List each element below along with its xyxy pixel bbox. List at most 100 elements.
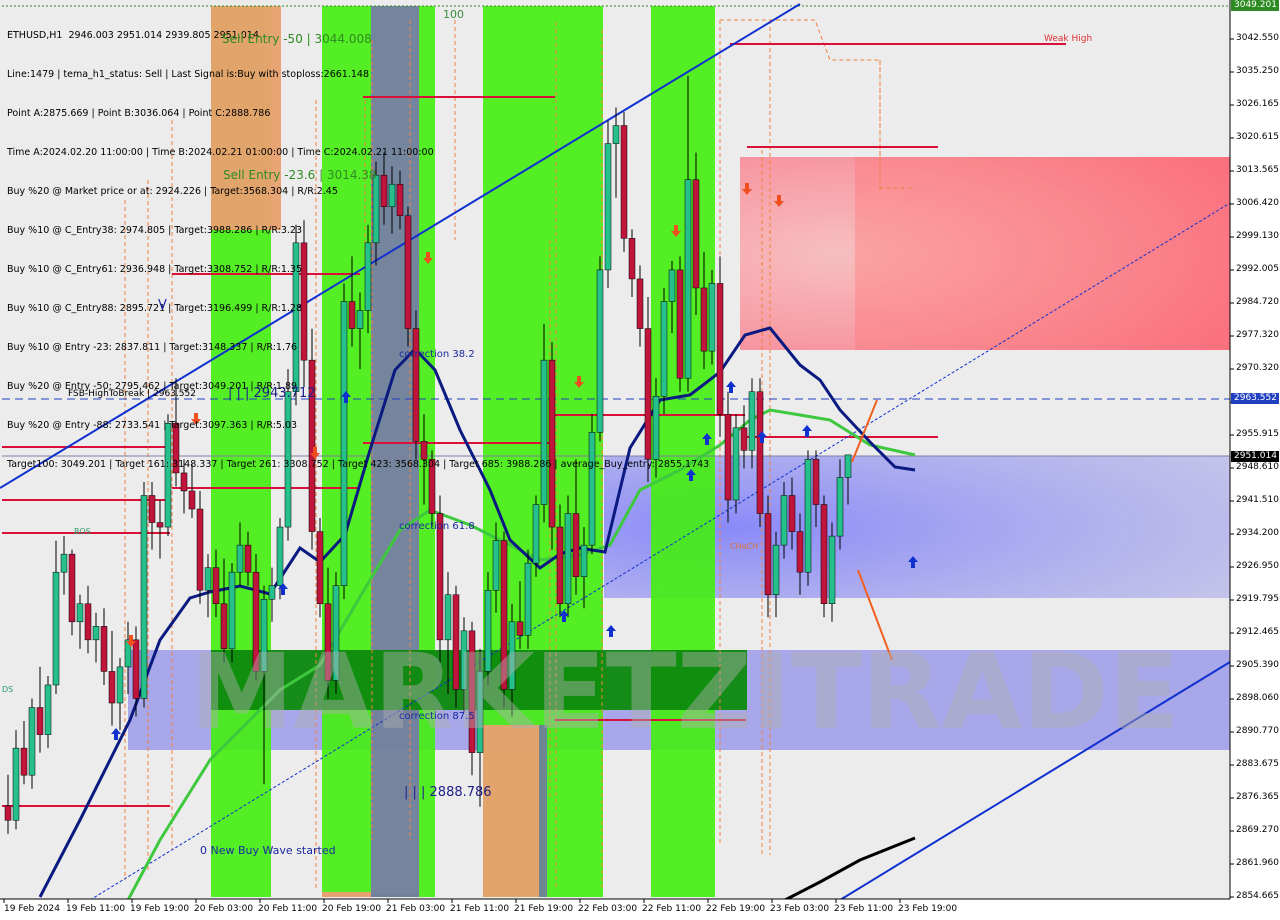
candle-body	[812, 459, 820, 505]
x-tick: 23 Feb 11:00	[834, 904, 894, 914]
info-line: Buy %10 @ C_Entry38: 2974.805 | Target:3…	[7, 225, 302, 236]
y-tick: 3013.565	[1236, 165, 1279, 175]
x-tick: 19 Feb 2024	[4, 904, 61, 914]
candle-body	[236, 544, 244, 573]
y-tick: 2934.200	[1236, 528, 1279, 538]
new-buy-wave-label: 0 New Buy Wave started	[200, 844, 336, 857]
y-tick: 2869.270	[1236, 825, 1279, 835]
hundred-label: 100	[443, 8, 464, 21]
y-tick: 2883.675	[1236, 759, 1279, 769]
x-tick: 22 Feb 11:00	[642, 904, 702, 914]
candle-body	[772, 544, 780, 595]
y-tick: 2970.320	[1236, 363, 1279, 373]
y-tick: 2926.950	[1236, 561, 1279, 571]
candle-body	[52, 571, 60, 686]
top-price-label: 3049.201	[1231, 0, 1279, 11]
correction-382-label: correction 38.2	[399, 349, 475, 360]
y-tick: 2955.915	[1236, 429, 1279, 439]
candle-body	[60, 553, 68, 573]
info-line: Buy %20 @ Entry -88: 2733.541 | Target:3…	[7, 420, 298, 431]
candle-body	[764, 513, 772, 595]
x-tick: 20 Feb 19:00	[322, 904, 382, 914]
y-tick: 3026.165	[1236, 99, 1279, 109]
candle-body	[796, 531, 804, 573]
candle-body	[724, 414, 732, 501]
candle-body	[196, 508, 204, 591]
y-tick: 2984.720	[1236, 297, 1279, 307]
sell-zone-core	[855, 157, 1230, 350]
x-tick: 22 Feb 19:00	[706, 904, 766, 914]
y-tick: 3006.420	[1236, 198, 1279, 208]
choch-label: CHoCH	[730, 542, 759, 551]
v-mark: V	[158, 298, 167, 313]
candle-body	[148, 495, 156, 523]
x-tick: 20 Feb 11:00	[258, 904, 318, 914]
level-2943-label: | | | 2943.712	[228, 386, 316, 401]
candle-body	[748, 391, 756, 451]
y-tick: 2898.060	[1236, 693, 1279, 703]
x-tick: 23 Feb 19:00	[898, 904, 958, 914]
y-tick: 2999.130	[1236, 231, 1279, 241]
candle-body	[156, 522, 164, 528]
candle-body	[100, 626, 108, 672]
candle-body	[492, 540, 500, 591]
candle-body	[204, 567, 212, 591]
x-tick: 21 Feb 11:00	[450, 904, 510, 914]
y-tick: 2977.320	[1236, 330, 1279, 340]
y-tick: 2861.960	[1236, 858, 1279, 868]
fsb-price-label: 2963.552	[1231, 393, 1279, 404]
info-line: Target100: 3049.201 | Target 161: 3148.3…	[7, 459, 710, 470]
candle-body	[44, 684, 52, 735]
y-tick: 2876.365	[1236, 792, 1279, 802]
candle-body	[84, 603, 92, 641]
candle-body	[212, 567, 220, 605]
current-price-label: 2951.014	[1231, 451, 1279, 462]
candle-body	[132, 639, 140, 699]
y-tick: 2905.390	[1236, 660, 1279, 670]
ds-label: DS	[2, 685, 14, 694]
x-tick: 21 Feb 03:00	[386, 904, 446, 914]
candle-body	[756, 391, 764, 514]
info-line: Buy %20 @ Market price or at: 2924.226 |…	[7, 186, 338, 197]
candle-body	[524, 562, 532, 636]
candle-body	[780, 495, 788, 546]
y-tick: 3020.615	[1236, 132, 1279, 142]
info-line: Line:1479 | tema_h1_status: Sell | Last …	[7, 69, 369, 80]
candle-body	[708, 283, 716, 352]
candle-body	[572, 513, 580, 577]
x-tick: 19 Feb 11:00	[66, 904, 126, 914]
candle-body	[108, 671, 116, 704]
watermark-text: MARKETZITRADE	[190, 631, 1180, 753]
candle-body	[68, 553, 76, 623]
info-panel: ETHUSD,H1 2946.003 2951.014 2939.805 295…	[7, 3, 709, 484]
x-tick: 23 Feb 03:00	[770, 904, 830, 914]
gray-block	[371, 894, 419, 897]
candle-body	[76, 603, 84, 623]
info-line: Buy %10 @ C_Entry61: 2936.948 | Target:3…	[7, 264, 302, 275]
candle-body	[836, 477, 844, 537]
correction-618-label: correction 61.8	[399, 521, 475, 532]
candle-body	[740, 427, 748, 451]
weak-high-label: Weak High	[1044, 34, 1093, 44]
candle-body	[36, 707, 44, 735]
candle-body	[564, 513, 572, 605]
x-tick: 22 Feb 03:00	[578, 904, 638, 914]
candle-body	[244, 544, 252, 573]
candle-body	[268, 585, 276, 600]
info-line: Buy %10 @ C_Entry88: 2895.721 | Target:3…	[7, 303, 302, 314]
x-tick: 20 Feb 03:00	[194, 904, 254, 914]
sell-entry-23-label: Sell Entry -23.6 | 3014.38	[223, 168, 377, 182]
candle-body	[276, 526, 284, 586]
bos-label: BOS	[74, 527, 91, 536]
candle-body	[4, 805, 12, 821]
y-tick: 2948.610	[1236, 462, 1279, 472]
candle-body	[844, 454, 852, 478]
candle-body	[12, 747, 20, 821]
candle-body	[556, 526, 564, 605]
fsb-label: FSB-HighToBreak | 2963.552	[68, 389, 196, 399]
candle-body	[532, 504, 540, 564]
candle-body	[436, 513, 444, 641]
candle-body	[828, 535, 836, 605]
y-tick: 2941.510	[1236, 495, 1279, 505]
y-tick: 2854.665	[1236, 891, 1279, 901]
